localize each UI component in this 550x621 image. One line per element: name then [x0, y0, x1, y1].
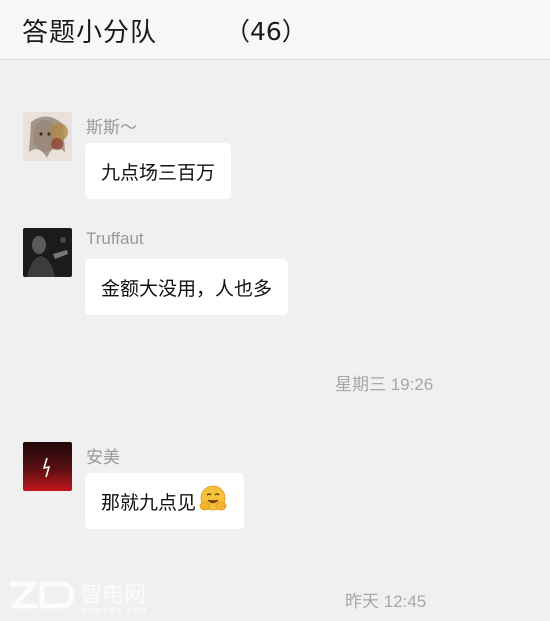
sender-name: 斯斯～	[86, 118, 137, 137]
sender-name: 安美	[86, 448, 120, 467]
watermark-brand: 智电网	[80, 583, 146, 608]
watermark-sub: ZDWANG.COM	[82, 607, 148, 615]
sender-name: Truffaut	[86, 229, 144, 248]
chat-header: 答题小分队 （46）	[0, 0, 550, 60]
message-text: 九点场三百万	[101, 161, 216, 184]
message-text: 金额大没用，人也多	[101, 277, 273, 300]
group-title[interactable]: 答题小分队	[22, 12, 157, 49]
avatar-truffaut[interactable]	[23, 228, 72, 277]
message-bubble[interactable]: 金额大没用，人也多	[85, 259, 289, 315]
avatar-anmei[interactable]	[23, 442, 72, 491]
member-count: （46）	[225, 17, 307, 46]
message-text: 那就九点见	[101, 491, 197, 514]
timestamp: 昨天 12:45	[345, 592, 427, 611]
zdwang-watermark-logo: 智电网 ZDWANG.COM	[8, 576, 168, 620]
hug-emoji-icon	[198, 484, 228, 519]
timestamp: 星期三 19:26	[335, 375, 434, 394]
message-bubble[interactable]: 九点场三百万	[85, 143, 232, 199]
avatar-sisi[interactable]	[23, 112, 72, 161]
message-bubble[interactable]: 那就九点见	[85, 473, 245, 529]
